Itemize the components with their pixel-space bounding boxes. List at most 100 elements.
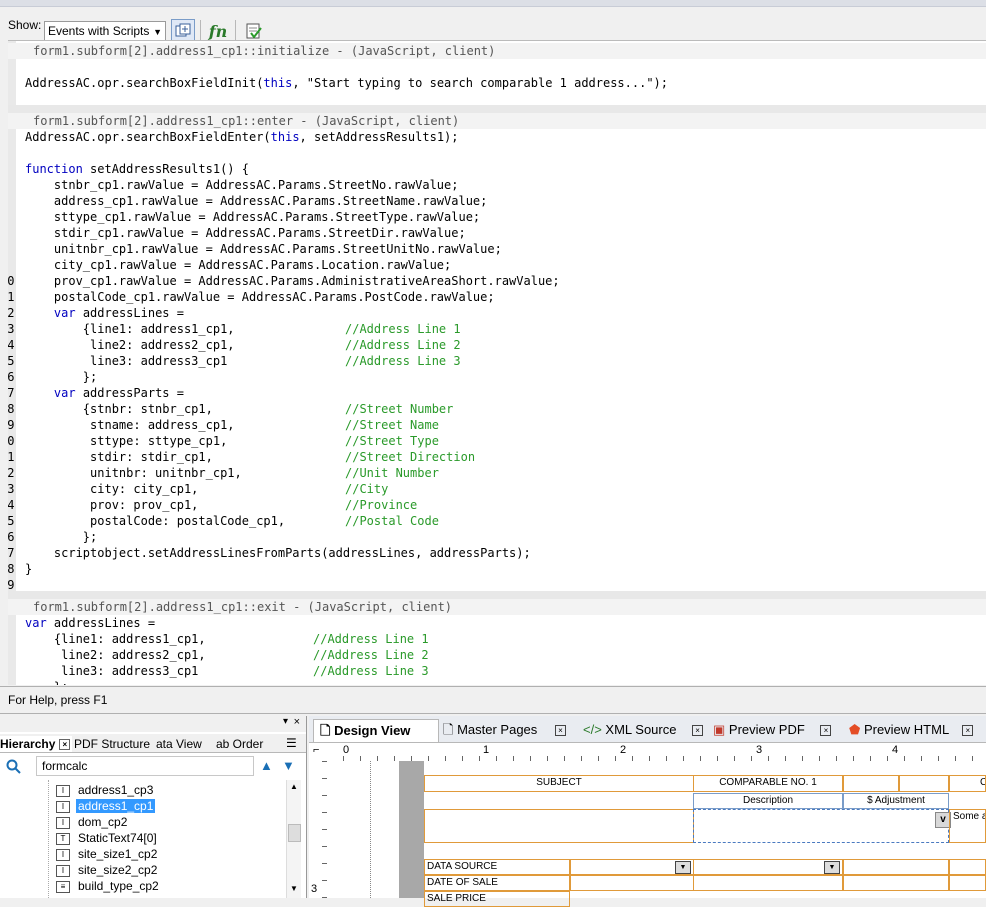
tab-data-view[interactable]: ata View xyxy=(156,736,212,752)
tab-design-view[interactable]: 🗋 Design View xyxy=(313,719,439,742)
code-line[interactable]: 3 function setAddressResults1() { xyxy=(8,161,986,177)
code-line[interactable]: 10 prov_cp1.rawValue = AddressAC.Params.… xyxy=(8,273,986,289)
form-cell[interactable] xyxy=(949,875,986,891)
code-line[interactable]: 4 stnbr_cp1.rawValue = AddressAC.Params.… xyxy=(8,177,986,193)
tree-item[interactable]: Iaddress1_cp1 xyxy=(56,798,156,814)
code-line[interactable]: 8 unitnbr_cp1.rawValue = AddressAC.Param… xyxy=(8,241,986,257)
event-header[interactable]: form1.subform[2].address1_cp1::initializ… xyxy=(8,43,986,59)
address1-cp1-field[interactable] xyxy=(693,809,949,843)
code-line[interactable]: 13 {line1: address1_cp1, //Address Line 1 xyxy=(8,321,986,337)
tab-hierarchy[interactable]: Hierarchy × xyxy=(0,736,72,752)
hierarchy-tabs: Hierarchy × PDF Structure ata View ab Ord… xyxy=(0,734,306,753)
event-header[interactable]: form1.subform[2].address1_cp1::exit - (J… xyxy=(8,599,986,615)
sale-price-label[interactable]: SALE PRICE xyxy=(424,891,570,907)
tree-item[interactable]: Isite_size2_cp2 xyxy=(56,862,159,878)
hierarchy-scrollbar[interactable]: ▲ ▼ xyxy=(286,780,301,898)
line-number: 22 xyxy=(8,465,14,481)
form-cell[interactable] xyxy=(843,875,949,891)
scroll-down-icon[interactable]: ▼ xyxy=(290,884,298,893)
tab-xml-source[interactable]: </> XML Source × xyxy=(577,719,711,741)
adjustment-header[interactable]: $ Adjustment xyxy=(843,793,949,809)
show-events-dropdown[interactable]: Events with Scripts ▼ xyxy=(44,21,166,41)
line-number: 3 xyxy=(8,161,14,177)
code-line[interactable]: 25 postalCode: postalCode_cp1, //Postal C… xyxy=(8,513,986,529)
scroll-up-icon[interactable]: ▲ xyxy=(290,782,298,791)
code-line[interactable]: 2 {line1: address1_cp1, //Address Line 1 xyxy=(8,631,986,647)
tab-master-pages[interactable]: 🗋 Master Pages × xyxy=(437,719,579,741)
code-line[interactable]: 20 sttype: sttype_cp1, //Street Type xyxy=(8,433,986,449)
code-line[interactable]: 22 unitnbr: unitnbr_cp1, //Unit Number xyxy=(8,465,986,481)
close-icon[interactable]: × xyxy=(294,716,300,728)
tab-preview-pdf[interactable]: ▣ Preview PDF × xyxy=(707,719,847,741)
subject-address-field[interactable] xyxy=(424,809,694,843)
tab-overflow-icon[interactable]: ☰ xyxy=(286,736,297,750)
tab-preview-html[interactable]: ⬟ Preview HTML × xyxy=(843,719,986,741)
code-line[interactable]: 24 prov: prov_cp1, //Province xyxy=(8,497,986,513)
code-line[interactable]: 12 var addressLines = xyxy=(8,305,986,321)
code-line[interactable]: 3 line2: address2_cp1, //Address Line 2 xyxy=(8,647,986,663)
comparable-data-source-dropdown[interactable]: ▼ xyxy=(693,859,843,875)
next-match-button[interactable]: ▼ xyxy=(282,758,295,773)
search-input[interactable]: formcalc xyxy=(36,756,254,776)
close-icon[interactable]: × xyxy=(962,725,974,737)
close-icon[interactable]: × xyxy=(554,725,566,737)
code-line[interactable]: 2 AddressAC.opr.searchBoxFieldInit(this, … xyxy=(8,75,986,91)
close-icon[interactable]: × xyxy=(820,725,832,737)
code-line[interactable]: 6 sttype_cp1.rawValue = AddressAC.Params… xyxy=(8,209,986,225)
form-cell[interactable] xyxy=(899,775,949,792)
code-line[interactable]: 1 xyxy=(8,59,986,75)
description-header[interactable]: Description xyxy=(693,793,843,809)
code-line[interactable]: 17 var addressParts = xyxy=(8,385,986,401)
code-line[interactable]: 5 address_cp1.rawValue = AddressAC.Param… xyxy=(8,193,986,209)
form-cell[interactable] xyxy=(843,775,899,792)
tree-item[interactable]: ≡ build_type_cp2 xyxy=(56,878,161,894)
code-line[interactable]: 27 scriptobject.setAddressLinesFromParts… xyxy=(8,545,986,561)
panel-menu-icon[interactable]: ▾ xyxy=(283,716,288,727)
code-line[interactable]: 9 city_cp1.rawValue = AddressAC.Params.L… xyxy=(8,257,986,273)
code-line[interactable]: 7 stdir_cp1.rawValue = AddressAC.Params.… xyxy=(8,225,986,241)
code-line[interactable]: 11 postalCode_cp1.rawValue = AddressAC.P… xyxy=(8,289,986,305)
date-of-sale-label[interactable]: DATE OF SALE xyxy=(424,875,570,891)
script-editor[interactable]: form1.subform[2].address1_cp1::initializ… xyxy=(8,40,986,685)
tab-pdf-structure[interactable]: PDF Structure xyxy=(74,736,150,752)
subject-header[interactable]: SUBJECT xyxy=(424,775,694,792)
comparable-header[interactable]: COMPARABLE NO. 1 xyxy=(693,775,843,792)
tab-tab-order[interactable]: ab Order xyxy=(216,736,272,752)
tree-item[interactable]: Isite_size1_cp2 xyxy=(56,846,159,862)
code-line[interactable]: 2 xyxy=(8,145,986,161)
code-line[interactable]: 28} xyxy=(8,561,986,577)
code-line[interactable]: 15 line3: address3_cp1 //Address Line 3 xyxy=(8,353,986,369)
ruler-corner: ⌐ xyxy=(313,744,320,756)
close-icon[interactable]: × xyxy=(59,739,71,751)
tree-item[interactable]: T StaticText74[0] xyxy=(56,830,159,846)
form-cell[interactable] xyxy=(949,859,986,875)
design-canvas[interactable]: SUBJECT COMPARABLE NO. 1 C Description $… xyxy=(327,761,986,907)
form-cell[interactable] xyxy=(843,859,949,875)
code-line[interactable]: 19 stname: address_cp1, //Street Name xyxy=(8,417,986,433)
chevron-down-icon[interactable]: ▼ xyxy=(675,861,691,874)
code-line[interactable]: 1 var addressLines = xyxy=(8,615,986,631)
code-line[interactable]: 4 line3: address3_cp1 //Address Line 3 xyxy=(8,663,986,679)
form-cell[interactable] xyxy=(693,875,843,891)
code-line[interactable]: 18 {stnbr: stnbr_cp1, //Street Number xyxy=(8,401,986,417)
code-line[interactable]: 1 AddressAC.opr.searchBoxFieldEnter(this,… xyxy=(8,129,986,145)
data-source-label[interactable]: DATA SOURCE xyxy=(424,859,570,875)
event-header[interactable]: form1.subform[2].address1_cp1::enter - (… xyxy=(8,113,986,129)
comparable-2-address-field[interactable]: Some a xyxy=(949,809,986,843)
code-line[interactable]: 5 }; xyxy=(8,679,986,685)
chevron-down-icon[interactable]: ▼ xyxy=(824,861,840,874)
close-icon[interactable]: × xyxy=(692,725,704,737)
previous-match-button[interactable]: ▲ xyxy=(260,758,273,773)
tree-item[interactable]: Idom_cp2 xyxy=(56,814,129,830)
code-line[interactable]: 16 }; xyxy=(8,369,986,385)
form-cell[interactable] xyxy=(570,875,694,891)
scrollbar-thumb[interactable] xyxy=(288,824,301,842)
code-line[interactable]: 21 stdir: stdir_cp1, //Street Direction xyxy=(8,449,986,465)
code-line[interactable]: 14 line2: address2_cp1, //Address Line 2 xyxy=(8,337,986,353)
tree-item[interactable]: Iaddress1_cp3 xyxy=(56,782,155,798)
code-line[interactable]: 26 }; xyxy=(8,529,986,545)
status-bar: For Help, press F1 xyxy=(0,686,986,714)
data-source-dropdown[interactable]: ▼ xyxy=(570,859,694,875)
code-line[interactable]: 23 city: city_cp1, //City xyxy=(8,481,986,497)
comparable-2-header[interactable]: C xyxy=(949,775,986,792)
